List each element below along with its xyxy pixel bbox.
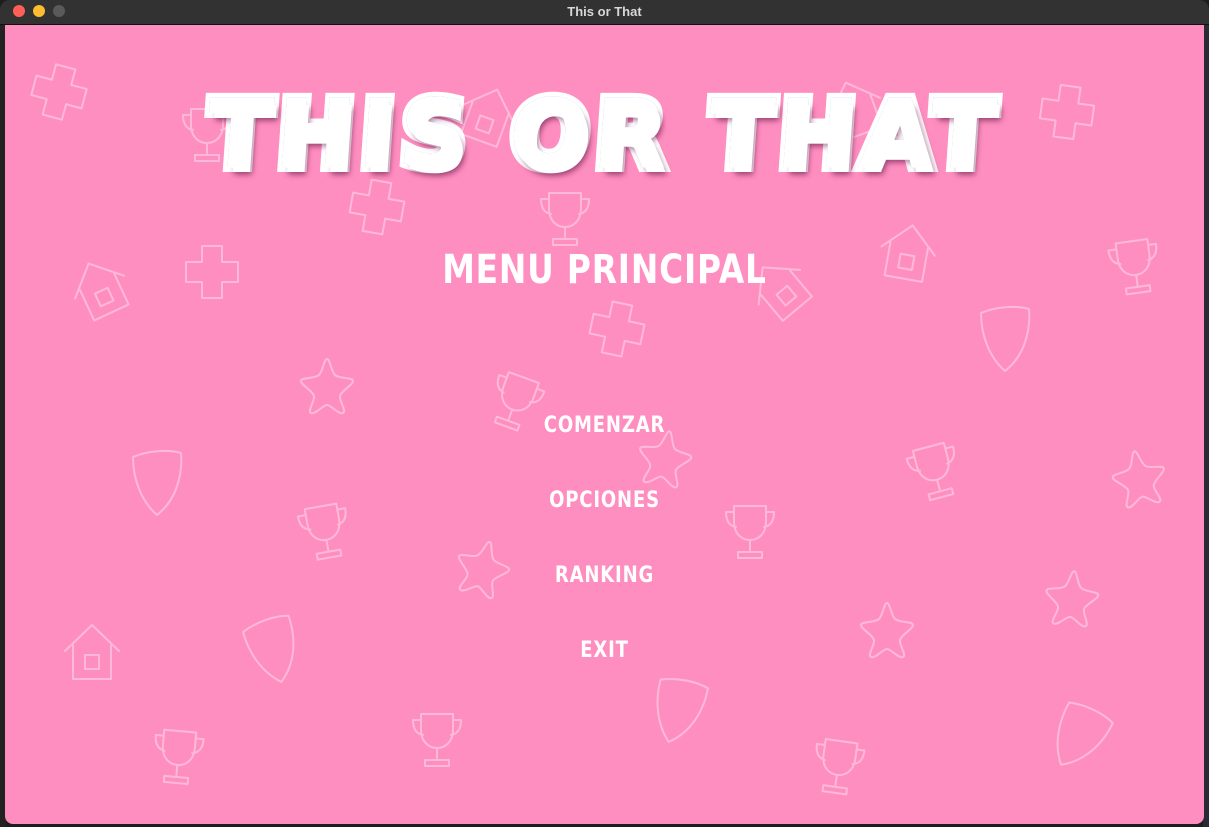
trophy-icon [815, 738, 866, 796]
trophy-icon [540, 192, 590, 246]
trophy-icon [1107, 238, 1158, 296]
menu-title: MENU PRINCIPAL [442, 247, 767, 293]
start-button[interactable]: COMENZAR [113, 413, 1096, 438]
star-icon [1111, 450, 1165, 509]
window-title: This or That [567, 4, 642, 19]
shield-icon [1056, 701, 1114, 766]
game-canvas[interactable]: THIS OR THAT THIS OR THAT MENU PRINCIPAL… [5, 25, 1204, 824]
options-button[interactable]: OPCIONES [113, 488, 1096, 513]
trophy-icon [412, 713, 462, 767]
ranking-button[interactable]: RANKING [113, 563, 1096, 588]
app-window: This or That THIS OR THAT MENU PRINCIPAL… [0, 0, 1209, 827]
trophy-icon [154, 728, 205, 785]
star-icon [300, 358, 354, 415]
exit-button[interactable]: EXIT [113, 638, 1096, 663]
logo-text: THIS OR THAT [5, 80, 1204, 190]
shield-icon [980, 305, 1031, 372]
shield-icon [656, 678, 709, 743]
title-bar[interactable]: This or That [0, 0, 1209, 25]
plus-icon [588, 300, 646, 358]
game-logo: THIS OR THAT THIS OR THAT [5, 75, 1204, 194]
